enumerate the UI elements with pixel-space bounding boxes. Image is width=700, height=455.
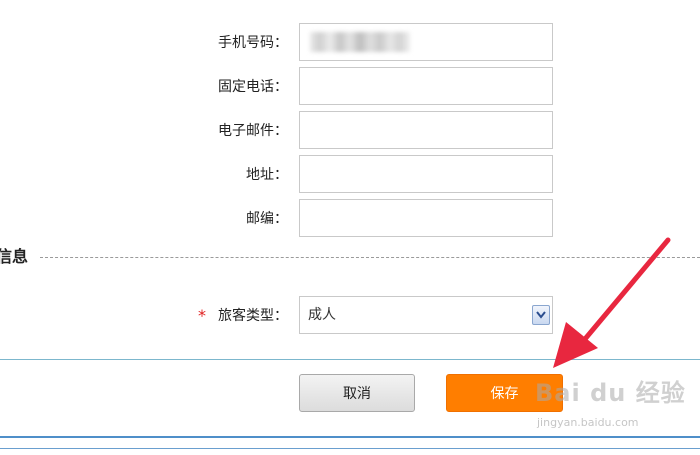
watermark-brand: Bai du 经验 [535, 379, 686, 407]
baidu-jingyan-watermark: Bai du 经验 jingyan.baidu.com [535, 378, 695, 438]
watermark-url: jingyan.baidu.com [537, 416, 639, 429]
